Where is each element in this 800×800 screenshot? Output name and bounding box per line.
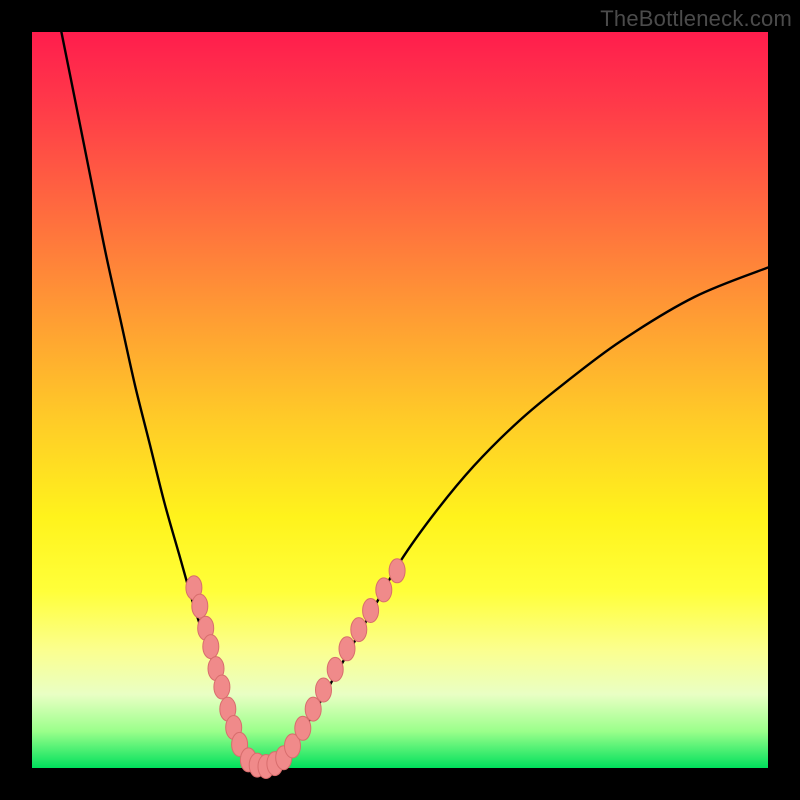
data-marker <box>351 618 367 642</box>
data-marker <box>305 697 321 721</box>
data-marker <box>295 716 311 740</box>
data-marker <box>339 637 355 661</box>
data-marker <box>203 635 219 659</box>
data-marker <box>363 599 379 623</box>
data-marker <box>389 559 405 583</box>
attribution-watermark: TheBottleneck.com <box>600 6 792 32</box>
data-marker <box>316 678 332 702</box>
image-frame: TheBottleneck.com <box>0 0 800 800</box>
data-markers <box>186 559 405 779</box>
bottleneck-curve <box>61 32 768 768</box>
data-marker <box>192 594 208 618</box>
data-marker <box>327 657 343 681</box>
plot-area <box>32 32 768 768</box>
data-marker <box>376 578 392 602</box>
data-marker <box>214 675 230 699</box>
chart-overlay-svg <box>32 32 768 768</box>
